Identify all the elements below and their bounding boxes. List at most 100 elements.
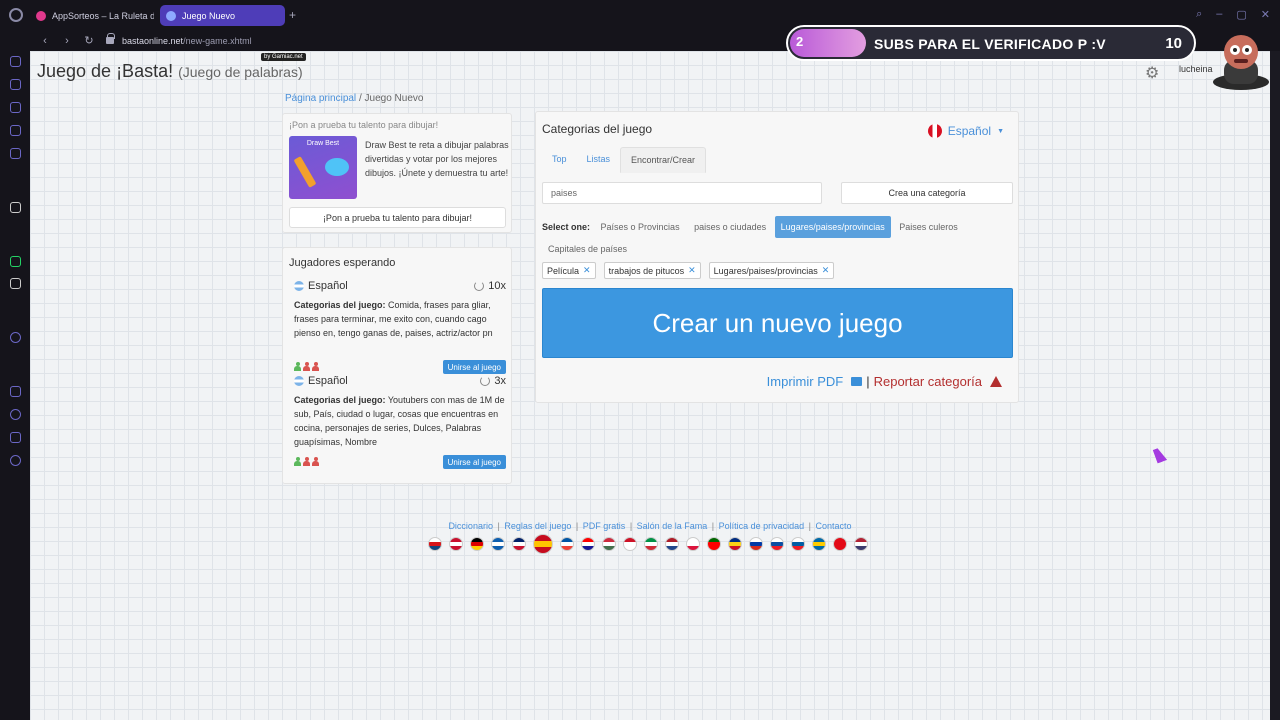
draw-best-image[interactable]: Draw Best [289,136,357,199]
flag-indonesia-icon[interactable] [623,537,637,551]
language-selector[interactable]: Español ▼ [927,124,1004,138]
flag-netherlands-icon[interactable] [665,537,679,551]
user-name[interactable]: lucheina [1179,64,1213,74]
gear-icon[interactable]: ⚙ [1145,63,1159,83]
sidebar-aria-icon[interactable] [10,79,21,90]
sidebar-telegram-icon[interactable] [10,125,21,136]
tab-top[interactable]: Top [542,147,577,173]
join-game-button[interactable]: Unirse al juego [442,455,506,469]
footer-link-privacy[interactable]: Política de privacidad [719,521,805,531]
category-option[interactable]: paises o ciudades [688,216,772,238]
footer-separator: | [711,521,715,531]
create-category-button[interactable]: Crea una categoría [841,182,1013,204]
flag-germany-icon[interactable] [470,537,484,551]
sidebar-tv-icon[interactable] [10,56,21,67]
close-icon[interactable]: ✕ [1261,8,1270,21]
sidebar-extensions-icon[interactable] [10,432,21,443]
room-categories-label: Categorias del juego: [294,395,386,405]
warning-icon[interactable] [990,376,1002,387]
history-icon[interactable] [10,409,21,420]
room-categories: Categorias del juego: Youtubers con mas … [294,393,506,449]
flag-poland-icon[interactable] [686,537,700,551]
flag-turkey-icon[interactable] [833,537,847,551]
flag-hungary-icon[interactable] [602,537,616,551]
flag-slovakia-icon[interactable] [770,537,784,551]
browser-tab-appsorteos[interactable]: AppSorteos – La Ruleta d [30,5,154,26]
join-game-button[interactable]: Unirse al juego [442,360,506,374]
breadcrumb-home-link[interactable]: Página principal [285,93,356,104]
create-new-game-button[interactable]: Crear un nuevo juego [542,288,1013,358]
whatsapp-icon[interactable] [10,256,21,267]
tab-encontrar-crear[interactable]: Encontrar/Crear [620,147,707,173]
back-icon[interactable]: ‹ [38,35,52,47]
player-icon [294,457,301,466]
flag-russia-icon[interactable] [749,537,763,551]
footer-link-rules[interactable]: Reglas del juego [504,521,571,531]
flag-portugal-icon[interactable] [707,537,721,551]
promo-button[interactable]: ¡Pon a prueba tu talento para dibujar! [289,207,506,228]
category-option[interactable]: Paises culeros [893,216,964,238]
opera-logo-icon[interactable] [9,8,23,22]
flag-croatia-icon[interactable] [581,537,595,551]
url-field[interactable]: bastaonline.net/new-game.xhtml [122,36,252,46]
footer-links: Diccionario | Reglas del juego | PDF gra… [30,521,1270,531]
room-rounds-count: 10x [488,280,506,292]
maximize-icon[interactable]: ▢ [1236,8,1246,21]
report-category-link[interactable]: Reportar categoría [874,374,982,389]
flag-france-icon[interactable] [560,537,574,551]
tab-listas[interactable]: Listas [577,147,621,173]
gamiac-badge[interactable]: by Gamiac.net [261,53,306,61]
peru-flag-icon [927,124,942,138]
page-title-sub: (Juego de palabras) [178,64,303,80]
sidebar-arc-icon[interactable] [10,202,21,213]
category-tabs: Top Listas Encontrar/Crear [542,147,707,173]
printer-icon[interactable] [851,377,863,386]
category-option[interactable]: Capitales de países [542,238,633,260]
print-pdf-link[interactable]: Imprimir PDF [767,374,844,389]
player-icon [312,362,319,371]
flag-greece-icon[interactable] [491,537,505,551]
sidebar-music-icon[interactable] [10,332,21,343]
promo-heading[interactable]: ¡Pon a prueba tu talento para dibujar! [289,120,438,130]
flag-uk-icon[interactable] [512,537,526,551]
x-icon[interactable] [10,278,21,289]
remove-icon[interactable]: ✕ [822,265,830,276]
footer-link-dictionary[interactable]: Diccionario [448,521,493,531]
category-option-selected[interactable]: Lugares/paises/provincias [774,216,891,238]
web-page: by Gamiac.net Juego de ¡Basta! (Juego de… [30,51,1270,720]
search-icon[interactable]: ⌕ [1196,8,1202,21]
room-categories-label: Categorias del juego: [294,300,386,310]
selected-categories: Película ✕ trabajos de pitucos ✕ Lugares… [542,262,835,279]
footer-link-pdf[interactable]: PDF gratis [583,521,626,531]
flag-sweden-icon[interactable] [812,537,826,551]
room-rounds: 3x [480,375,506,387]
settings-icon[interactable] [10,455,21,466]
sidebar-messenger-icon[interactable] [10,148,21,159]
category-search-input[interactable]: paises [542,182,822,204]
category-option[interactable]: Países o Provincias [595,216,686,238]
remove-icon[interactable]: ✕ [583,265,591,276]
tab-label: AppSorteos – La Ruleta d [52,10,154,21]
footer-link-hall-of-fame[interactable]: Salón de la Fama [637,521,708,531]
new-tab-button[interactable]: + [289,8,296,22]
tab-label: Juego Nuevo [182,10,236,21]
waiting-players-panel: Jugadores esperando Español 10x Categori… [282,247,512,484]
remove-icon[interactable]: ✕ [688,265,696,276]
flag-czech-icon[interactable] [428,537,442,551]
flag-denmark-icon[interactable] [449,537,463,551]
sidebar-pin-icon[interactable] [10,386,21,397]
minimize-icon[interactable]: – [1216,8,1222,21]
flag-italy-icon[interactable] [644,537,658,551]
sidebar-twitch-icon[interactable] [10,102,21,113]
flag-usa-icon[interactable] [854,537,868,551]
rounds-icon [480,376,491,386]
footer-separator: | [629,521,633,531]
flag-romania-icon[interactable] [728,537,742,551]
flag-spain-icon[interactable] [533,534,553,554]
reload-icon[interactable]: ↻ [82,34,96,47]
footer-link-contact[interactable]: Contacto [816,521,852,531]
browser-tab-juego-nuevo[interactable]: Juego Nuevo [160,5,285,26]
forward-icon[interactable]: › [60,35,74,47]
room-footer: Unirse al juego [294,360,506,376]
flag-slovenia-icon[interactable] [791,537,805,551]
